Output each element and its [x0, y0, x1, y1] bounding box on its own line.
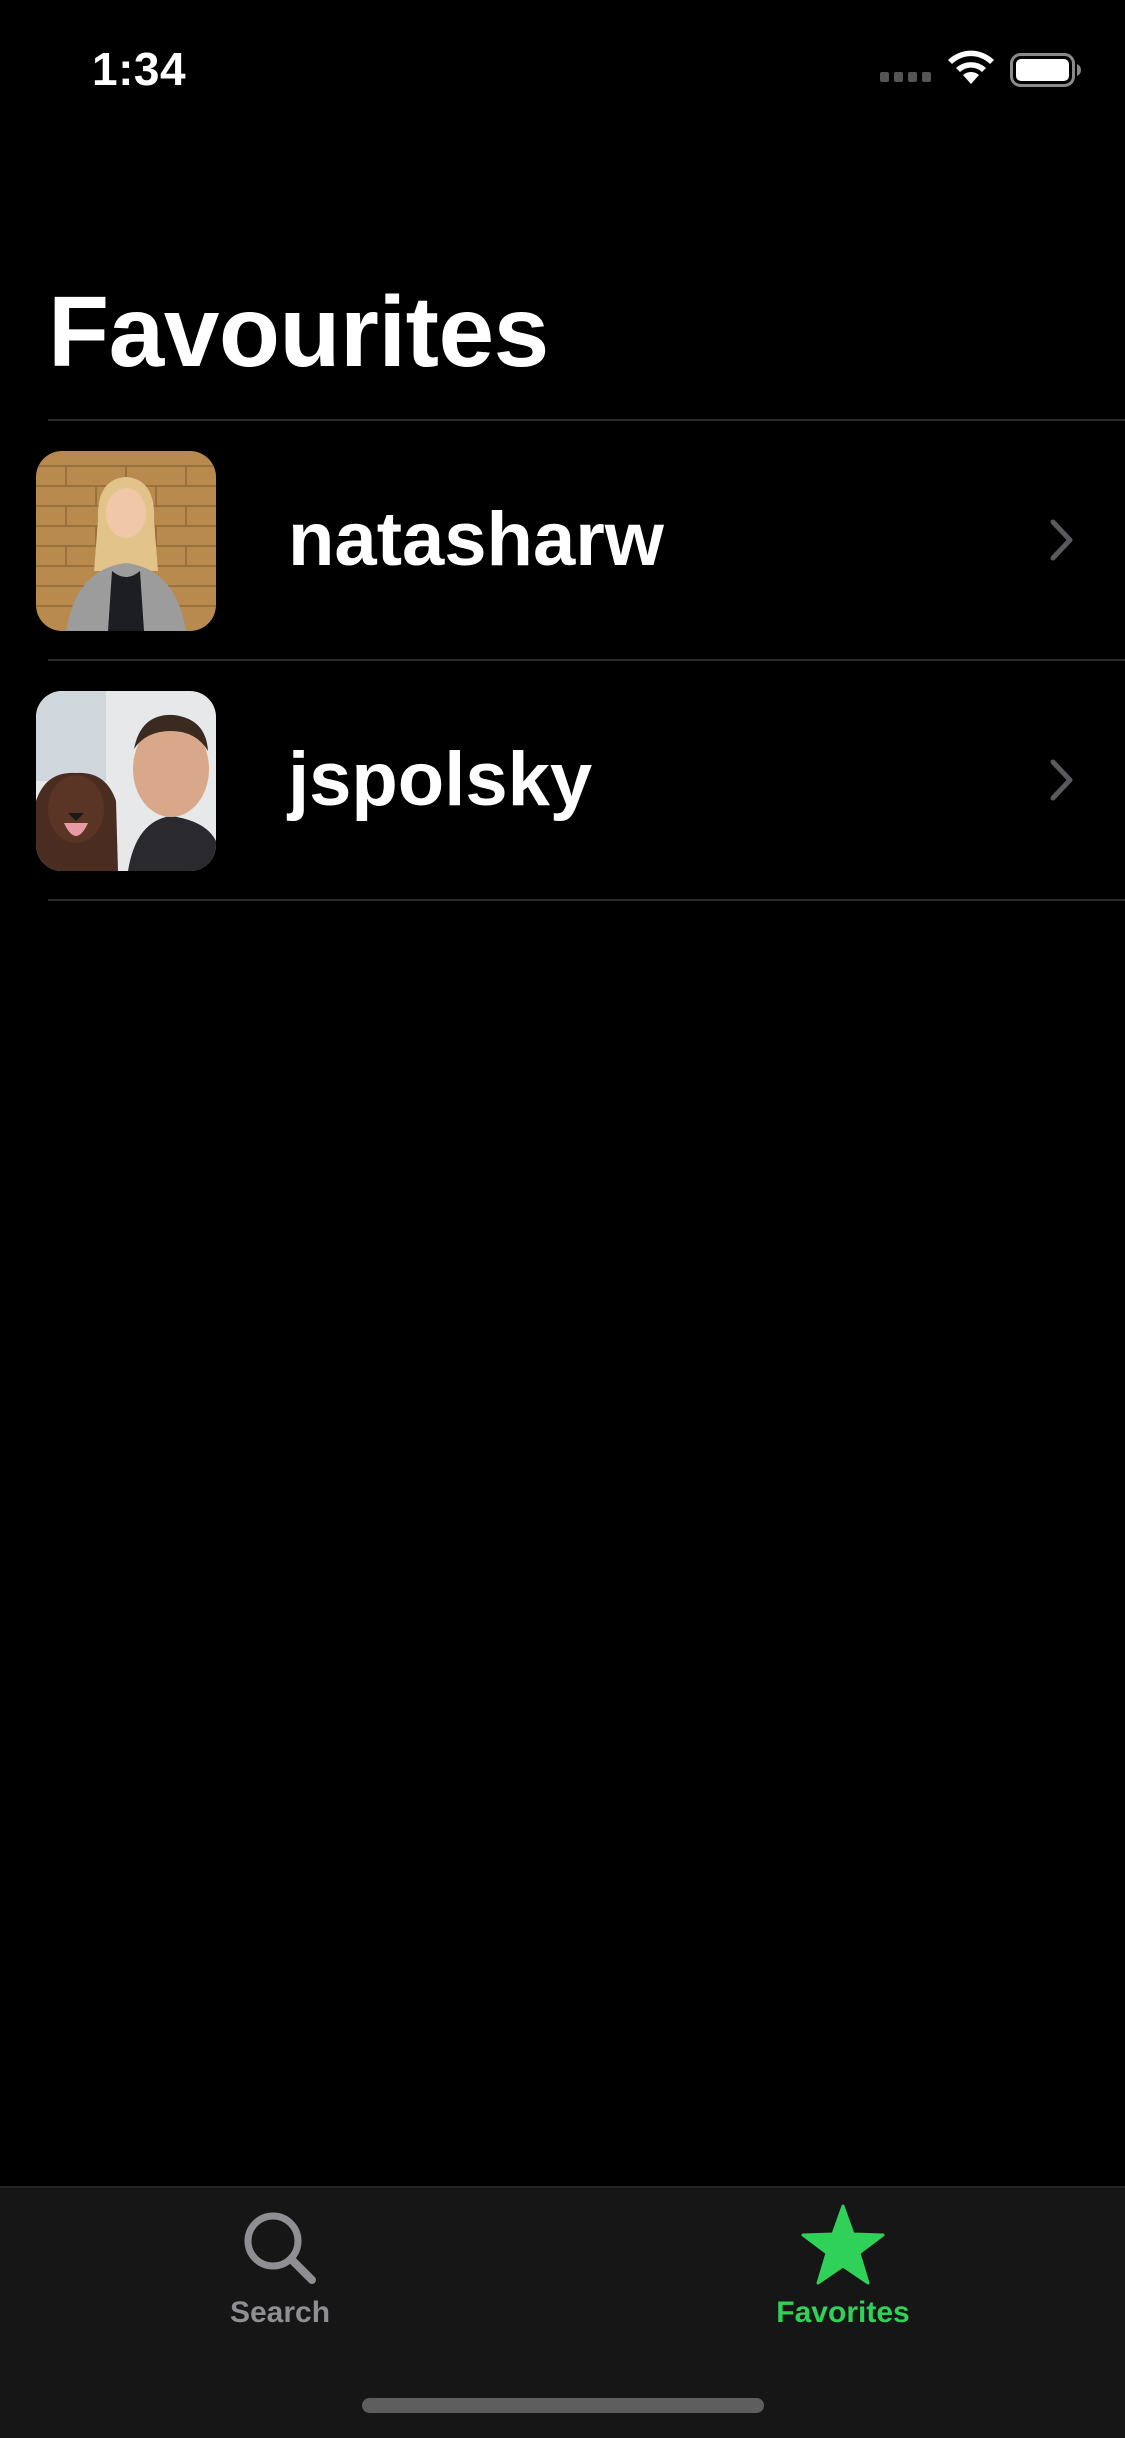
favorites-list: natasharw jspolsky	[0, 419, 1125, 901]
favorite-row-jspolsky[interactable]: jspolsky	[0, 661, 1125, 899]
status-time: 1:34	[92, 43, 187, 95]
page-title: Favourites	[48, 276, 549, 388]
tab-label: Favorites	[776, 2296, 910, 2329]
status-bar: 1:34	[0, 0, 1125, 140]
chevron-right-icon	[1050, 519, 1073, 561]
favorite-row-natasharw[interactable]: natasharw	[0, 421, 1125, 659]
star-icon	[801, 2204, 885, 2285]
tab-favorites[interactable]: Favorites	[693, 2188, 993, 2348]
cellular-signal-icon	[880, 72, 934, 84]
wifi-icon	[948, 50, 994, 84]
chevron-right-icon	[1050, 759, 1073, 801]
favorite-username: jspolsky	[288, 737, 593, 822]
tab-bar: Search Favorites	[0, 2186, 1125, 2438]
favorite-username: natasharw	[288, 497, 664, 582]
avatar	[36, 691, 216, 871]
home-indicator	[362, 2398, 764, 2413]
battery-icon	[1010, 53, 1081, 87]
tab-search[interactable]: Search	[130, 2188, 430, 2348]
search-icon	[244, 2212, 316, 2284]
avatar	[36, 451, 216, 631]
list-separator	[48, 899, 1125, 901]
tab-label: Search	[229, 2296, 331, 2329]
